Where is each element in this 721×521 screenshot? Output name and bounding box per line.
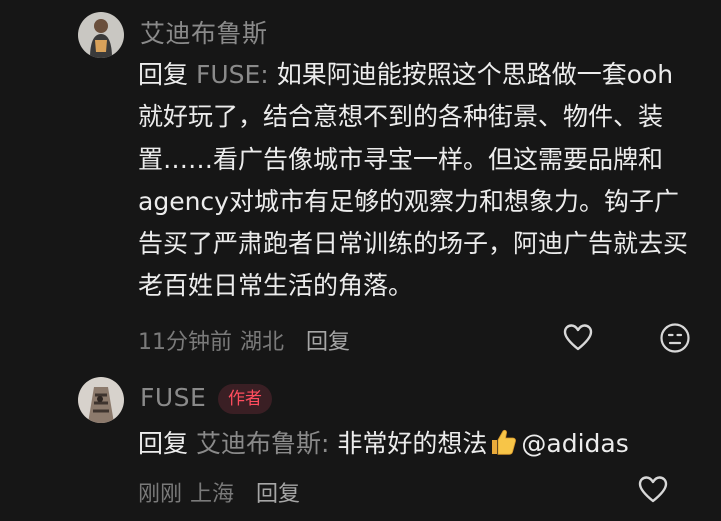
comment-meta: 刚刚 上海 回复 — [138, 476, 308, 508]
author-badge: 作者 — [218, 384, 272, 414]
comment-meta: 11分钟前 湖北 回复 — [138, 324, 358, 356]
location: 上海 — [190, 482, 235, 507]
location: 湖北 — [240, 330, 285, 355]
comment-text: 回复 艾迪布鲁斯: 非常好的想法 @adidas — [138, 423, 698, 465]
heart-outline-icon[interactable] — [637, 474, 669, 506]
avatar[interactable] — [78, 12, 124, 58]
comment-body: 如果阿迪能按照这个思路做一套ooh就好玩了，结合意想不到的各种街景、物件、装置…… — [138, 60, 689, 301]
reply-button[interactable]: 回复 — [256, 482, 300, 507]
comment-text: 回复 FUSE: 如果阿迪能按照这个思路做一套ooh就好玩了，结合意想不到的各种… — [138, 54, 698, 308]
reply-prefix: 回复 — [138, 429, 189, 458]
timestamp: 刚刚 — [138, 482, 183, 507]
reply-to-username[interactable]: 艾迪布鲁斯: — [196, 429, 329, 458]
username[interactable]: 艾迪布鲁斯 — [140, 14, 268, 50]
comment-body: 非常好的想法 — [337, 429, 488, 458]
thumbs-up-icon — [488, 427, 518, 457]
avatar[interactable] — [78, 377, 124, 423]
timestamp: 11分钟前 — [138, 330, 232, 355]
comment-item: 艾迪布鲁斯 回复 FUSE: 如果阿迪能按照这个思路做一套ooh就好玩了，结合意… — [0, 0, 721, 360]
username[interactable]: FUSE — [140, 383, 206, 412]
heart-outline-icon[interactable] — [562, 322, 594, 354]
reply-to-username[interactable]: FUSE: — [196, 60, 269, 89]
comment-item: FUSE 作者 回复 艾迪布鲁斯: 非常好的想法 @adidas 刚刚 上海 回复 — [0, 370, 721, 521]
mention-link[interactable]: @adidas — [521, 429, 628, 458]
reply-prefix: 回复 — [138, 60, 189, 89]
reply-button[interactable]: 回复 — [306, 330, 350, 355]
emoji-face-icon[interactable] — [659, 322, 691, 354]
